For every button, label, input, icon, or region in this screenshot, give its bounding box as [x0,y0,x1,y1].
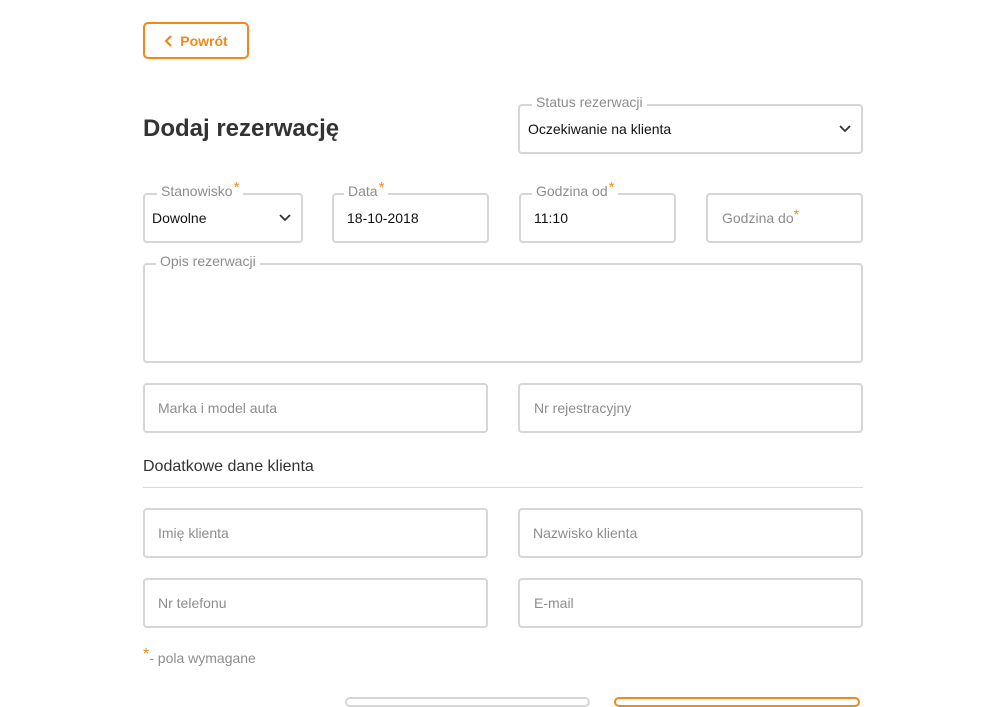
email-placeholder: E-mail [534,595,574,611]
status-select[interactable]: Status rezerwacji Oczekiwanie na klienta [518,94,863,154]
time-to-placeholder: Godzina do* [722,206,800,226]
first-name-placeholder: Imię klienta [158,525,229,541]
description-label: Opis rezerwacji [156,253,260,269]
email-input[interactable]: E-mail [518,578,863,628]
phone-input[interactable]: Nr telefonu [143,578,488,628]
client-section-title: Dodatkowe dane klienta [143,458,314,475]
status-value: Oczekiwanie na klienta [528,121,672,137]
date-label: Data* [344,180,389,200]
time-from-label: Godzina od* [532,180,619,200]
phone-placeholder: Nr telefonu [158,595,227,611]
chevron-down-icon [839,125,851,133]
date-value: 18-10-2018 [347,210,419,226]
chevron-left-icon [164,34,174,47]
back-button-label: Powrót [180,32,228,49]
cancel-button[interactable] [345,697,590,707]
back-button[interactable]: Powrót [143,22,249,59]
first-name-input[interactable]: Imię klienta [143,508,488,558]
station-label: Stanowisko* [157,180,244,200]
time-from-value: 11:10 [534,210,568,226]
time-from-field[interactable]: Godzina od* 11:10 [519,180,676,243]
required-note-text: - pola wymagane [149,650,256,666]
page-title: Dodaj rezerwację [143,115,340,142]
required-marker: * [143,646,150,663]
last-name-placeholder: Nazwisko klienta [533,525,638,541]
plate-input[interactable]: Nr rejestracyjny [518,383,863,433]
car-model-input[interactable]: Marka i model auta [143,383,488,433]
description-textarea[interactable]: Opis rezerwacji [143,253,863,363]
chevron-down-icon [279,214,291,222]
station-select[interactable]: Stanowisko* Dowolne [143,180,303,243]
date-field[interactable]: Data* 18-10-2018 [332,180,489,243]
status-label: Status rezerwacji [532,94,647,110]
car-model-placeholder: Marka i model auta [158,400,278,416]
last-name-input[interactable]: Nazwisko klienta [518,508,863,558]
time-to-field[interactable]: Godzina do* [706,193,863,243]
submit-button[interactable] [614,697,860,707]
plate-placeholder: Nr rejestracyjny [534,400,632,416]
section-divider [143,487,863,488]
station-value: Dowolne [152,210,207,226]
required-fields-note: *- pola wymagane [143,646,256,669]
